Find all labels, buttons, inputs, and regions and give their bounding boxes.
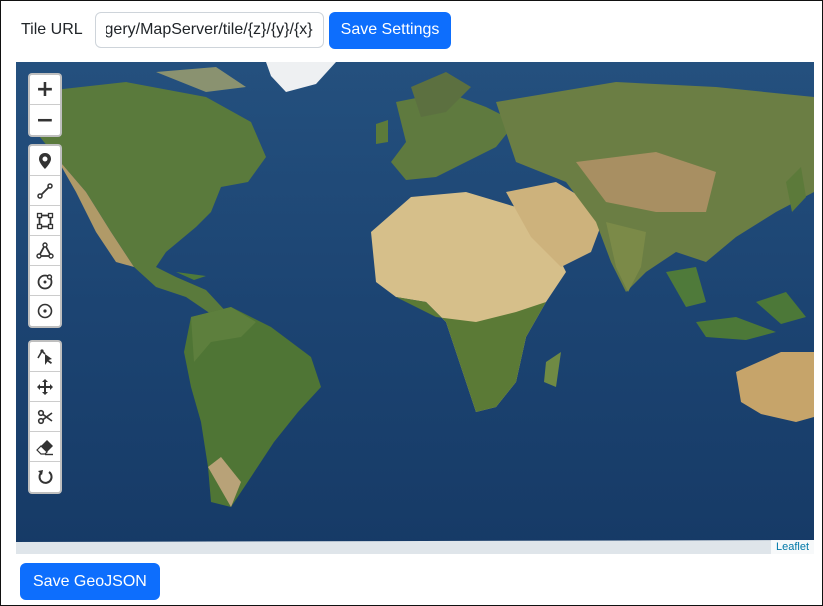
settings-toolbar: Tile URL Save Settings <box>21 11 452 49</box>
draw-circle-marker-button[interactable] <box>30 296 60 326</box>
edit-layers-icon <box>37 348 52 365</box>
save-geojson-button[interactable]: Save GeoJSON <box>20 563 160 600</box>
polygon-icon <box>36 241 54 259</box>
app-frame: Tile URL Save Settings <box>0 0 823 606</box>
circle-marker-icon <box>37 303 53 319</box>
leaflet-link[interactable]: Leaflet <box>776 541 809 553</box>
marker-icon <box>39 152 51 169</box>
remove-layers-button[interactable] <box>30 432 60 462</box>
tile-url-label: Tile URL <box>21 21 83 38</box>
edit-toolbar <box>28 340 62 494</box>
eraser-icon <box>36 439 53 455</box>
zoom-in-button[interactable]: + <box>30 75 60 105</box>
draw-circle-button[interactable] <box>30 266 60 296</box>
map-container[interactable]: + − Leaflet <box>16 62 814 554</box>
draw-marker-button[interactable] <box>30 146 60 176</box>
zoom-control: + − <box>28 73 62 137</box>
polyline-icon <box>37 182 53 199</box>
circle-icon <box>37 273 53 289</box>
drag-icon <box>37 378 53 395</box>
draw-toolbar <box>28 144 62 328</box>
rotate-icon <box>38 470 53 484</box>
drag-layers-button[interactable] <box>30 372 60 402</box>
edit-layers-button[interactable] <box>30 342 60 372</box>
draw-rectangle-button[interactable] <box>30 206 60 236</box>
map-attribution[interactable]: Leaflet <box>770 540 814 554</box>
draw-polyline-button[interactable] <box>30 176 60 206</box>
rotate-layers-button[interactable] <box>30 462 60 492</box>
draw-polygon-button[interactable] <box>30 236 60 266</box>
save-settings-button[interactable]: Save Settings <box>328 11 452 49</box>
zoom-out-button[interactable]: − <box>30 105 60 135</box>
rectangle-icon <box>36 212 54 229</box>
cut-layers-button[interactable] <box>30 402 60 432</box>
cut-icon <box>37 409 53 424</box>
tile-url-input[interactable] <box>94 12 324 48</box>
satellite-basemap <box>16 62 814 554</box>
